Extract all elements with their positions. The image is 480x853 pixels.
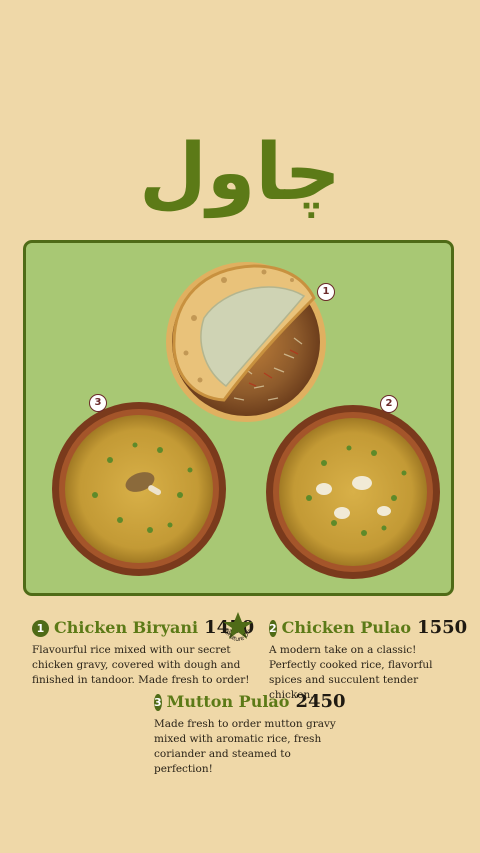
item-number: 2 [269,620,277,637]
menu-item-mutton-pulao: 3 Mutton Pulao 2450 Made fresh to order … [154,691,346,777]
item-name: Chicken Pulao [281,618,412,637]
item-price: 1550 [417,617,468,638]
item-number: 3 [154,694,162,711]
dish-badge-3: 3 [89,394,107,412]
item-name: Mutton Pulao [166,692,290,711]
item-price: 2450 [295,691,346,712]
page-title: چاول [139,128,341,218]
item-description: Made fresh to order mutton gravy mixed w… [154,718,336,775]
mutton-pulao-image [52,402,226,576]
signature-dish-badge: Signature Dish [219,608,253,643]
item-number: 1 [32,620,49,637]
dish-badge-2: 2 [380,395,398,413]
item-name: Chicken Biryani [54,618,199,637]
item-description: Flavourful rice mixed with our secret ch… [32,644,250,686]
dish-badge-1: 1 [317,283,335,301]
chicken-pulao-image [266,405,440,579]
